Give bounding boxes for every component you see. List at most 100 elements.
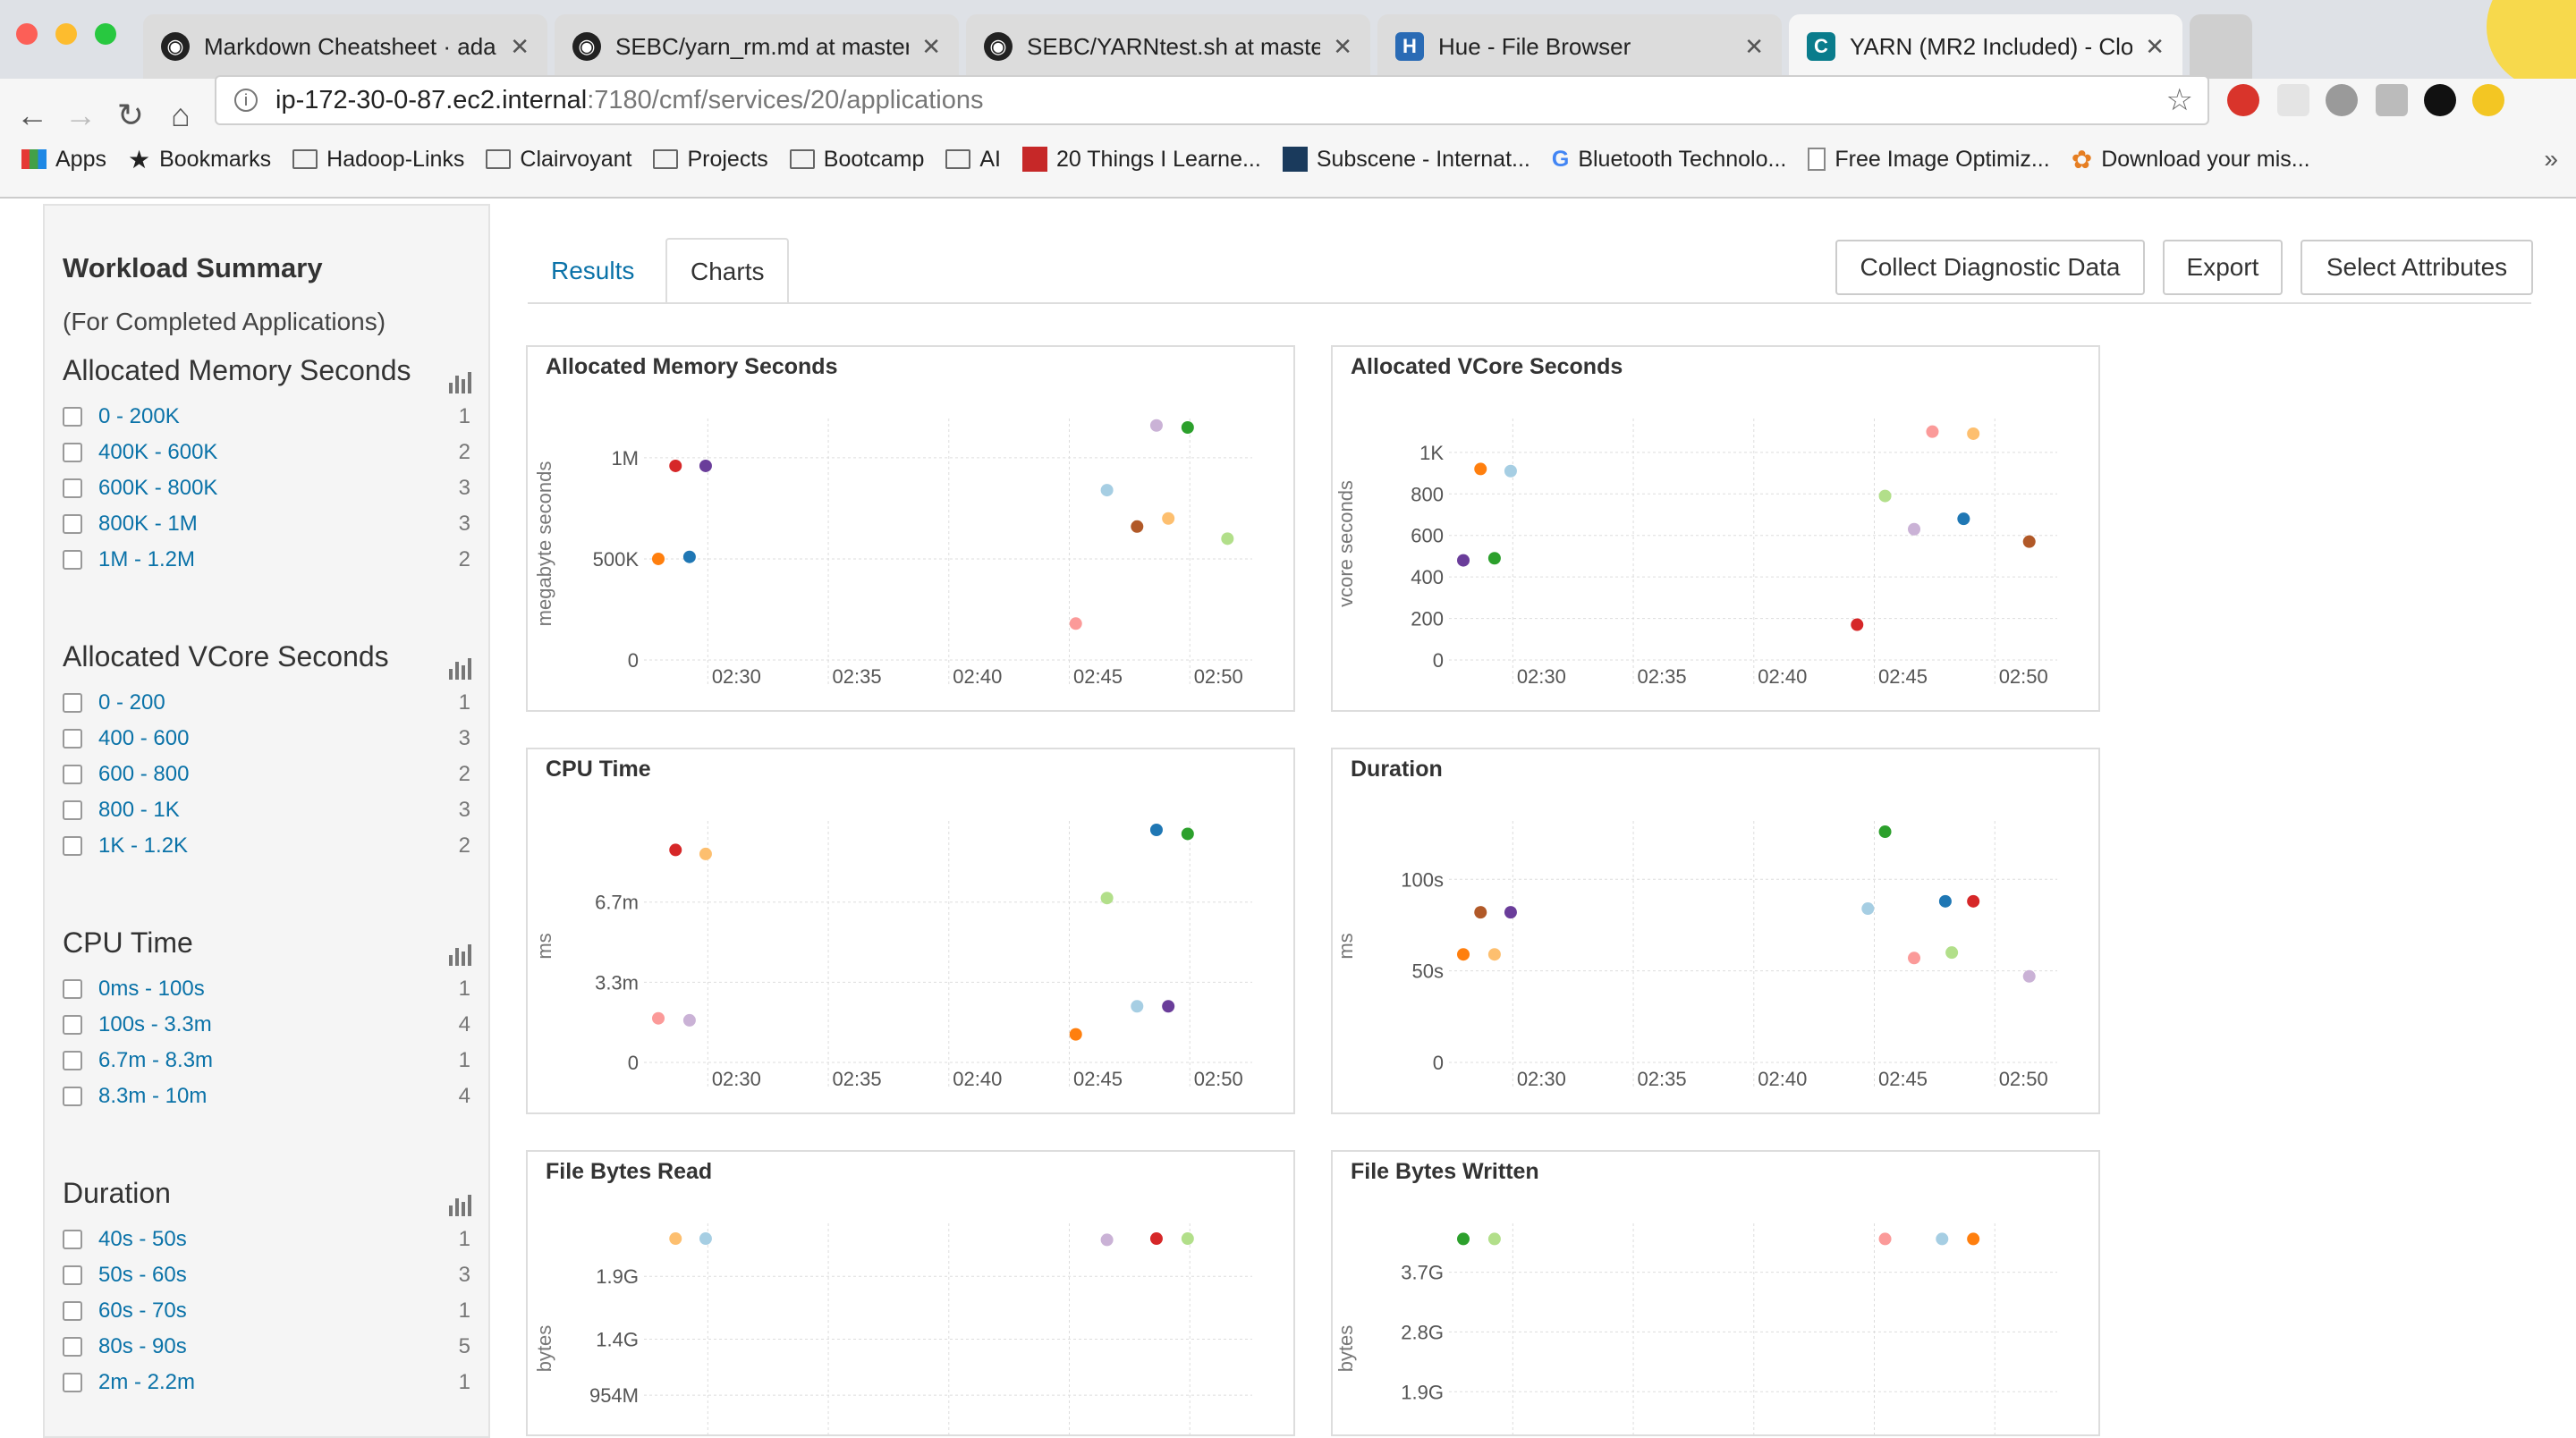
facet-option-label[interactable]: 1K - 1.2K (98, 833, 188, 859)
facet-option[interactable]: 80s - 90s 5 (63, 1329, 474, 1365)
facet-option[interactable]: 50s - 60s 3 (63, 1257, 474, 1293)
facet-checkbox[interactable] (63, 1015, 82, 1035)
close-tab-icon[interactable]: ✕ (921, 33, 941, 61)
facet-checkbox[interactable] (63, 550, 82, 570)
facet-option[interactable]: 40s - 50s 1 (63, 1222, 474, 1257)
zoom-window-button[interactable] (95, 23, 116, 45)
close-tab-icon[interactable]: ✕ (2145, 33, 2165, 61)
facet-checkbox[interactable] (63, 1087, 82, 1106)
facet-option[interactable]: 1K - 1.2K 2 (63, 828, 474, 864)
facet-option[interactable]: 0ms - 100s 1 (63, 971, 474, 1007)
facet-option-label[interactable]: 400K - 600K (98, 440, 217, 465)
facet-option-label[interactable]: 6.7m - 8.3m (98, 1048, 213, 1073)
facet-option[interactable]: 400K - 600K 2 (63, 435, 474, 470)
facet-option-label[interactable]: 50s - 60s (98, 1263, 187, 1288)
reload-icon[interactable]: ↻ (111, 97, 150, 134)
facet-option[interactable]: 600K - 800K 3 (63, 470, 474, 506)
facet-option-label[interactable]: 0 - 200 (98, 690, 165, 715)
bookmark-item[interactable]: ★ Bookmarks (128, 145, 271, 174)
collect-diagnostic-data-button[interactable]: Collect Diagnostic Data (1835, 240, 2145, 295)
bookmark-item[interactable]: Bootcamp (789, 147, 924, 173)
facet-option-label[interactable]: 0ms - 100s (98, 977, 205, 1002)
close-tab-icon[interactable]: ✕ (510, 33, 530, 61)
facet-option[interactable]: 0 - 200 1 (63, 685, 474, 721)
adblock-icon[interactable] (2227, 84, 2259, 116)
close-tab-icon[interactable]: ✕ (1744, 33, 1764, 61)
facet-checkbox[interactable] (63, 1265, 82, 1285)
back-arrow-icon[interactable]: ← (13, 97, 52, 134)
close-window-button[interactable] (16, 23, 38, 45)
bookmark-item[interactable]: Subscene - Internat... (1282, 147, 1530, 173)
extension-icon[interactable] (2472, 84, 2504, 116)
facet-checkbox[interactable] (63, 693, 82, 713)
facet-checkbox[interactable] (63, 979, 82, 999)
facet-option-label[interactable]: 800 - 1K (98, 798, 180, 823)
bookmark-item[interactable]: ✿ Download your mis... (2072, 145, 2310, 174)
facet-checkbox[interactable] (63, 1337, 82, 1357)
bookmark-item[interactable]: Projects (653, 147, 768, 173)
facet-option[interactable]: 0 - 200K 1 (63, 399, 474, 435)
facet-option-label[interactable]: 800K - 1M (98, 512, 198, 537)
bar-chart-icon[interactable] (447, 656, 474, 680)
facet-option-label[interactable]: 40s - 50s (98, 1227, 187, 1252)
close-tab-icon[interactable]: ✕ (1333, 33, 1352, 61)
bookmark-item[interactable]: AI (945, 147, 1001, 173)
facet-option[interactable]: 800 - 1K 3 (63, 792, 474, 828)
facet-checkbox[interactable] (63, 1301, 82, 1321)
new-tab-button[interactable] (2190, 14, 2252, 79)
bar-chart-icon[interactable] (447, 370, 474, 393)
facet-option[interactable]: 8.3m - 10m 4 (63, 1078, 474, 1114)
extension-icon[interactable] (2277, 84, 2309, 116)
facet-checkbox[interactable] (63, 800, 82, 820)
bar-chart-icon[interactable] (447, 1193, 474, 1216)
bookmark-item[interactable]: G Bluetooth Technolo... (1552, 147, 1787, 173)
facet-option[interactable]: 2m - 2.2m 1 (63, 1365, 474, 1400)
bookmarks-overflow-icon[interactable]: » (2544, 145, 2558, 173)
info-icon[interactable]: i (234, 89, 258, 112)
home-icon[interactable]: ⌂ (161, 97, 200, 134)
facet-checkbox[interactable] (63, 765, 82, 784)
facet-checkbox[interactable] (63, 836, 82, 856)
facet-option-label[interactable]: 600K - 800K (98, 476, 217, 501)
facet-option-label[interactable]: 8.3m - 10m (98, 1084, 207, 1109)
forward-arrow-icon[interactable]: → (61, 97, 100, 134)
extension-icon[interactable] (2424, 84, 2456, 116)
facet-option-label[interactable]: 2m - 2.2m (98, 1370, 195, 1395)
facet-option[interactable]: 600 - 800 2 (63, 757, 474, 792)
facet-option-label[interactable]: 0 - 200K (98, 404, 180, 429)
facet-option-label[interactable]: 600 - 800 (98, 762, 189, 787)
facet-option-label[interactable]: 60s - 70s (98, 1298, 187, 1324)
facet-option-label[interactable]: 1M - 1.2M (98, 547, 195, 572)
browser-tab[interactable]: ◉ SEBC/YARNtest.sh at master · ✕ (966, 14, 1370, 79)
facet-checkbox[interactable] (63, 1373, 82, 1392)
extension-icon[interactable] (2326, 84, 2358, 116)
browser-tab[interactable]: H Hue - File Browser ✕ (1377, 14, 1782, 79)
facet-checkbox[interactable] (63, 1051, 82, 1070)
address-bar[interactable]: i ip-172-30-0-87.ec2.internal:7180/cmf/s… (215, 75, 2209, 125)
bookmark-item[interactable]: Hadoop-Links (292, 147, 464, 173)
facet-option[interactable]: 1M - 1.2M 2 (63, 542, 474, 578)
facet-checkbox[interactable] (63, 407, 82, 427)
facet-checkbox[interactable] (63, 478, 82, 498)
bookmark-item[interactable]: Clairvoyant (486, 147, 631, 173)
browser-tab[interactable]: ◉ SEBC/yarn_rm.md at master · j ✕ (555, 14, 959, 79)
facet-option-label[interactable]: 400 - 600 (98, 726, 189, 751)
bookmark-star-icon[interactable]: ☆ (2166, 82, 2193, 118)
browser-tab-active[interactable]: C YARN (MR2 Included) - Cloude✕ (1789, 14, 2182, 79)
facet-checkbox[interactable] (63, 514, 82, 534)
facet-option-label[interactable]: 80s - 90s (98, 1334, 187, 1359)
select-attributes-button[interactable]: Select Attributes (2301, 240, 2533, 295)
bookmark-item[interactable]: Apps (21, 147, 106, 173)
bar-chart-icon[interactable] (447, 943, 474, 966)
bookmark-item[interactable]: Free Image Optimiz... (1808, 147, 2050, 173)
cast-icon[interactable] (2376, 84, 2408, 116)
facet-checkbox[interactable] (63, 443, 82, 462)
facet-checkbox[interactable] (63, 1230, 82, 1249)
facet-option[interactable]: 400 - 600 3 (63, 721, 474, 757)
minimize-window-button[interactable] (55, 23, 77, 45)
facet-option[interactable]: 800K - 1M 3 (63, 506, 474, 542)
facet-option[interactable]: 6.7m - 8.3m 1 (63, 1043, 474, 1078)
export-button[interactable]: Export (2163, 240, 2283, 295)
bookmark-item[interactable]: 20 Things I Learne... (1021, 147, 1261, 173)
facet-option[interactable]: 100s - 3.3m 4 (63, 1007, 474, 1043)
